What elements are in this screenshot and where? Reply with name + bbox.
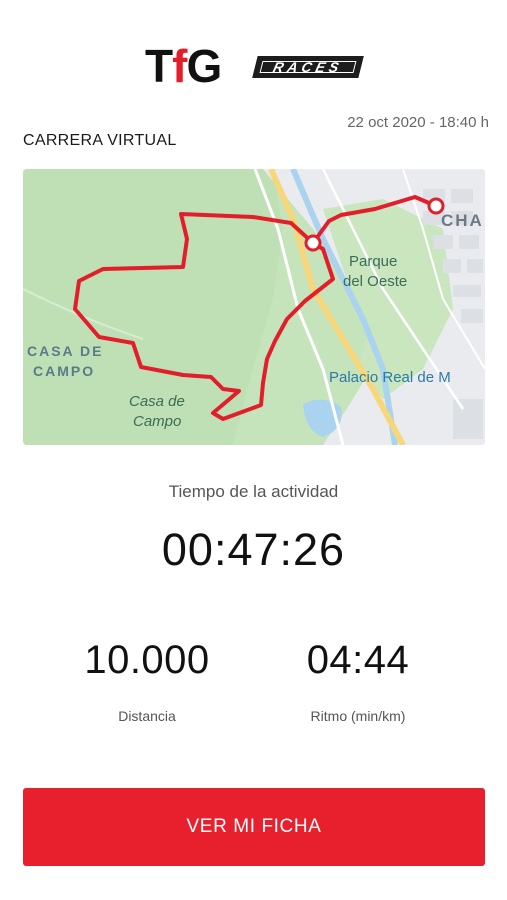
distance-label: Distancia bbox=[118, 708, 176, 724]
view-my-record-button-label: VER MI FICHA bbox=[186, 816, 322, 837]
pace-value: 04:44 bbox=[306, 638, 410, 682]
races-badge: RACES bbox=[252, 56, 364, 78]
distance-value: 10.000 bbox=[84, 638, 210, 682]
map-canvas bbox=[23, 169, 485, 445]
map-label-casa-de-campo-area-1: CASA DE bbox=[27, 343, 104, 359]
pace-label: Ritmo (min/km) bbox=[310, 708, 406, 724]
page-title: CARRERA VIRTUAL bbox=[23, 132, 177, 149]
map-label-casa-de-campo-area-2: CAMPO bbox=[33, 363, 96, 379]
logo-letter-t: T bbox=[145, 40, 173, 92]
tfg-races-logo: TfG RACES bbox=[145, 40, 365, 96]
activity-date: 22 oct 2020 - 18:40 h bbox=[347, 114, 489, 131]
tfg-logo-text: TfG bbox=[145, 40, 222, 92]
races-badge-text: RACES bbox=[271, 59, 345, 75]
map-label-parque-1: Parque bbox=[349, 253, 398, 270]
map-label-parque-2: del Oeste bbox=[343, 273, 408, 290]
map-label-cha: CHA bbox=[441, 211, 484, 230]
activity-time-value: 00:47:26 bbox=[161, 524, 346, 575]
distance-stat: 10.000 Distancia bbox=[47, 636, 247, 724]
map-label-casa-de-campo-2: Campo bbox=[133, 413, 182, 430]
view-my-record-button[interactable]: VER MI FICHA bbox=[23, 788, 485, 866]
logo-letter-f: f bbox=[172, 40, 187, 92]
route-map[interactable]: CASA DE CAMPO Casa de Campo Parque del O… bbox=[23, 169, 485, 445]
map-label-casa-de-campo-1: Casa de bbox=[129, 393, 185, 410]
map-label-palacio: Palacio Real de M bbox=[329, 369, 451, 386]
pace-stat: 04:44 Ritmo (min/km) bbox=[258, 636, 458, 724]
logo-letter-g: G bbox=[186, 40, 222, 92]
route-start-marker bbox=[304, 234, 322, 252]
activity-time-label: Tiempo de la actividad bbox=[168, 482, 339, 501]
